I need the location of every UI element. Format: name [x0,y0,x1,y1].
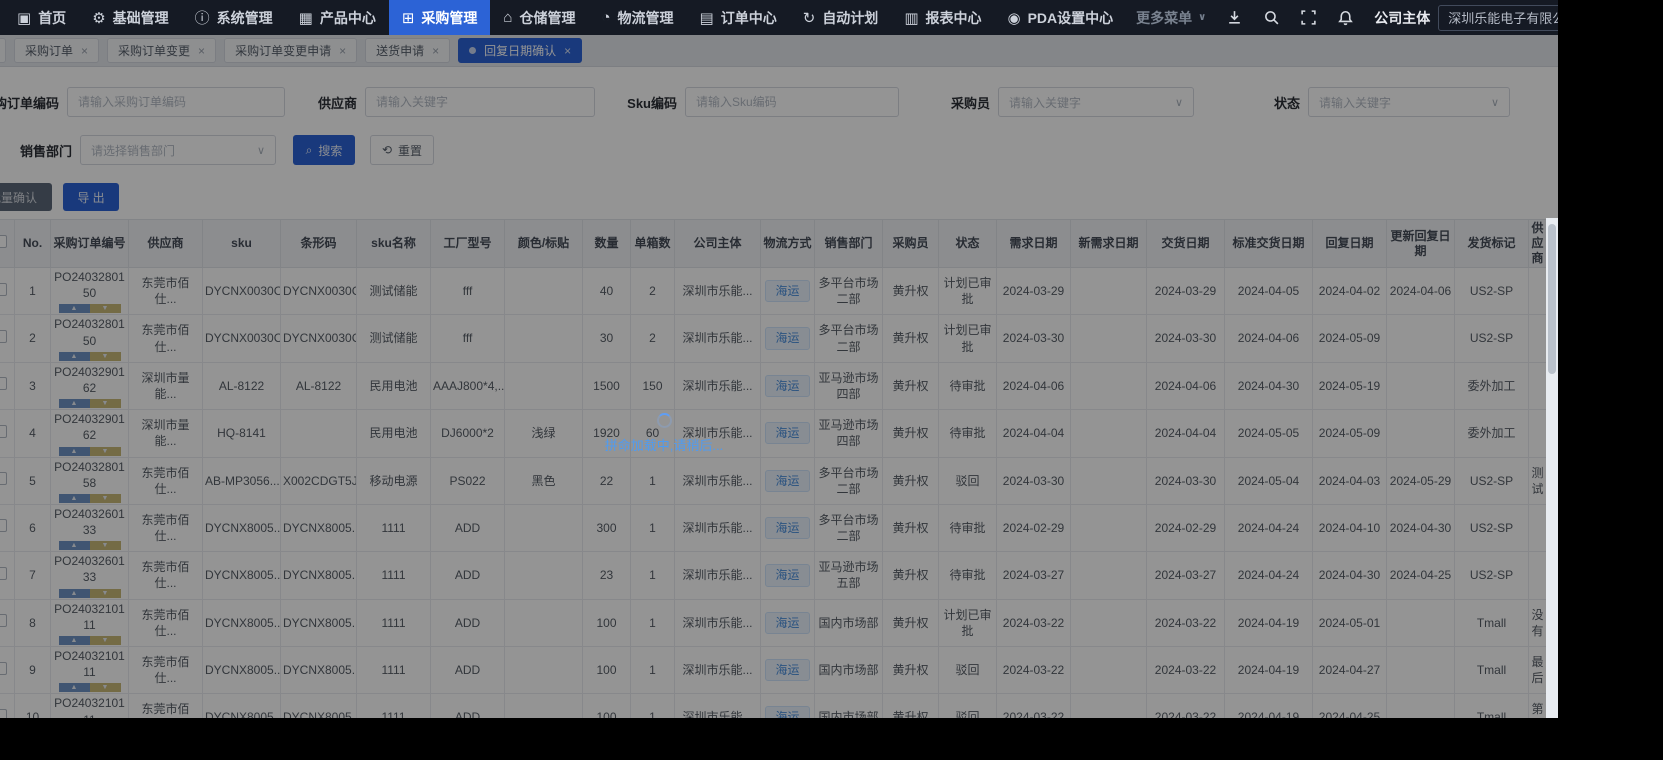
fullscreen-icon[interactable] [1300,9,1317,26]
nav-item-首页[interactable]: ▣ 首页 [4,0,79,35]
cart-icon: ⊞ [401,9,415,27]
nav-item-label: 系统管理 [216,9,273,26]
bell-icon[interactable] [1337,9,1354,26]
nav-item-label: 首页 [38,9,67,26]
nav-item-label: 产品中心 [319,9,376,26]
search-icon[interactable] [1263,9,1280,26]
report-icon: ▥ [904,9,919,27]
company-select[interactable]: 深圳乐能电子有限公司 ∨ [1438,4,1558,31]
screen: ▣ 首页 ⚙ 基础管理 ⓘ 系统管理 ▦ 产品中心 ⊞ 采购管理 ⌂ 仓储管理 ◔ 物流管理 ▤ 订单中心 ↻ 自… [0,0,1663,760]
home-icon: ▣ [17,9,32,27]
more-menu-label: 更多菜单 [1136,9,1193,26]
nav-item-采购管理[interactable]: ⊞ 采购管理 [388,0,491,35]
nav-toolbar: 公司主体 深圳乐能电子有限公司 ∨ ▼ [1206,3,1558,33]
company-select-value: 深圳乐能电子有限公司 [1448,11,1558,26]
nav-item-产品中心[interactable]: ▦ 产品中心 [286,0,389,35]
loading-indicator: 拼命加载中,请稍后... [584,413,744,454]
cube-icon: ▦ [298,9,313,27]
gear-icon: ⚙ [92,9,106,27]
nav-item-PDA设置中心[interactable]: ◉ PDA设置中心 [995,0,1127,35]
chevron-down-icon: ∨ [1198,12,1207,23]
nav-item-自动计划[interactable]: ↻ 自动计划 [790,0,892,35]
top-nav: ▣ 首页 ⚙ 基础管理 ⓘ 系统管理 ▦ 产品中心 ⊞ 采购管理 ⌂ 仓储管理 ◔ 物流管理 ▤ 订单中心 ↻ 自… [0,0,1558,35]
download-icon[interactable] [1226,9,1243,26]
nav-item-label: 基础管理 [112,9,169,26]
nav-item-订单中心[interactable]: ▤ 订单中心 [687,0,790,35]
table-scrollbar-thumb[interactable] [1548,224,1556,374]
nav-item-物流管理[interactable]: ◔ 物流管理 [588,0,686,35]
nav-item-系统管理[interactable]: ⓘ 系统管理 [182,0,286,35]
nav-item-label: 自动计划 [822,9,879,26]
nav-menu: ▣ 首页 ⚙ 基础管理 ⓘ 系统管理 ▦ 产品中心 ⊞ 采购管理 ⌂ 仓储管理 ◔ 物流管理 ▤ 订单中心 ↻ 自… [4,0,1126,35]
nav-item-label: 物流管理 [617,9,674,26]
company-entity-label: 公司主体 [1374,9,1431,26]
order-icon: ▤ [699,9,714,27]
nav-item-仓储管理[interactable]: ⌂ 仓储管理 [490,0,588,35]
nav-item-label: 仓储管理 [519,9,576,26]
nav-item-label: 订单中心 [720,9,777,26]
loading-overlay: 拼命加载中,请稍后... [0,35,1558,718]
info-icon: ⓘ [194,10,210,27]
nav-item-label: PDA设置中心 [1027,9,1114,26]
pda-settings-icon: ◉ [1007,9,1021,27]
auto-plan-icon: ↻ [802,9,816,27]
nav-item-label: 采购管理 [421,9,478,26]
app-window: ▣ 首页 ⚙ 基础管理 ⓘ 系统管理 ▦ 产品中心 ⊞ 采购管理 ⌂ 仓储管理 ◔ 物流管理 ▤ 订单中心 ↻ 自… [0,0,1558,718]
warehouse-icon: ⌂ [503,9,513,26]
more-menu[interactable]: 更多菜单 ∨ [1136,8,1206,28]
table-scrollbar[interactable] [1546,218,1558,718]
nav-item-报表中心[interactable]: ▥ 报表中心 [891,0,994,35]
spinner-icon [656,413,672,428]
nav-item-基础管理[interactable]: ⚙ 基础管理 [79,0,181,35]
logistics-icon: ◔ [601,9,611,26]
nav-item-label: 报表中心 [925,9,982,26]
loading-text: 拼命加载中,请稍后... [604,438,724,453]
